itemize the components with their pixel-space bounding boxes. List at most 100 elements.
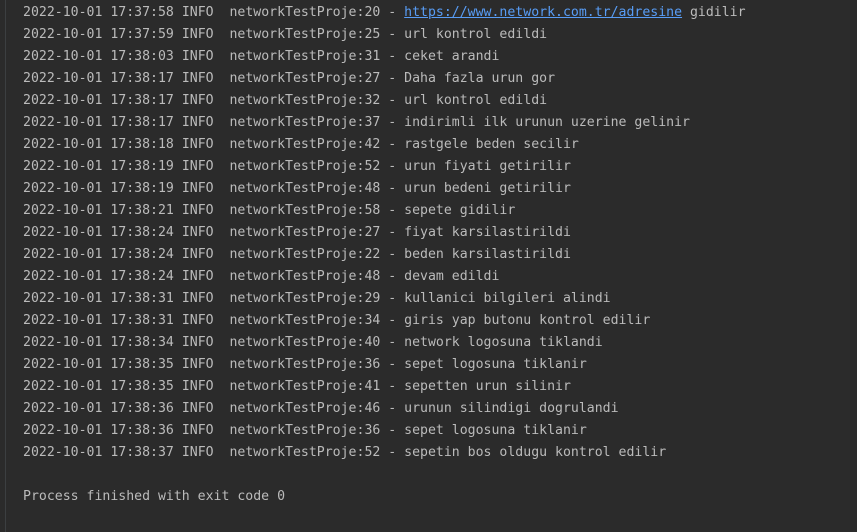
log-timestamp: 2022-10-01 17:38:35	[23, 379, 174, 394]
log-line: 2022-10-01 17:38:34 INFO networkTestProj…	[23, 335, 603, 350]
log-source: networkTestProje:25	[229, 27, 381, 42]
log-timestamp: 2022-10-01 17:38:24	[23, 225, 174, 240]
log-message: beden karsilastirildi	[404, 247, 571, 262]
log-lines: 2022-10-01 17:37:58 INFO networkTestProj…	[23, 2, 857, 464]
log-message: url kontrol edildi	[404, 27, 548, 42]
log-message: network logosuna tiklandi	[404, 335, 603, 350]
log-level: INFO	[181, 445, 214, 460]
log-level: INFO	[181, 115, 214, 130]
log-message: giris yap butonu kontrol edilir	[404, 313, 651, 328]
log-level: INFO	[181, 401, 214, 416]
log-line: 2022-10-01 17:38:17 INFO networkTestProj…	[23, 93, 548, 108]
log-source: networkTestProje:46	[229, 401, 381, 416]
log-line: 2022-10-01 17:38:31 INFO networkTestProj…	[23, 313, 651, 328]
log-source: networkTestProje:48	[229, 269, 381, 284]
log-message: fiyat karsilastirildi	[404, 225, 571, 240]
log-timestamp: 2022-10-01 17:38:37	[23, 445, 174, 460]
log-source: networkTestProje:32	[229, 93, 381, 108]
log-source: networkTestProje:52	[229, 159, 381, 174]
log-source: networkTestProje:58	[229, 203, 381, 218]
log-level: INFO	[181, 291, 214, 306]
log-line: 2022-10-01 17:38:03 INFO networkTestProj…	[23, 49, 500, 64]
log-line: 2022-10-01 17:38:24 INFO networkTestProj…	[23, 225, 571, 240]
log-message: sepetin bos oldugu kontrol edilir	[404, 445, 667, 460]
log-timestamp: 2022-10-01 17:38:19	[23, 181, 174, 196]
log-message: ceket arandi	[404, 49, 500, 64]
log-line: 2022-10-01 17:37:58 INFO networkTestProj…	[23, 5, 746, 20]
log-timestamp: 2022-10-01 17:38:36	[23, 423, 174, 438]
log-message: devam edildi	[404, 269, 500, 284]
log-timestamp: 2022-10-01 17:38:17	[23, 93, 174, 108]
log-message: sepetten urun silinir	[404, 379, 571, 394]
log-line: 2022-10-01 17:38:19 INFO networkTestProj…	[23, 181, 571, 196]
log-level: INFO	[181, 313, 214, 328]
log-message: sepet logosuna tiklanir	[404, 357, 587, 372]
log-line: 2022-10-01 17:38:17 INFO networkTestProj…	[23, 115, 690, 130]
log-source: networkTestProje:20	[229, 5, 381, 20]
log-timestamp: 2022-10-01 17:38:19	[23, 159, 174, 174]
log-source: networkTestProje:34	[229, 313, 381, 328]
log-level: INFO	[181, 49, 214, 64]
log-level: INFO	[181, 269, 214, 284]
log-message: urun fiyati getirilir	[404, 159, 571, 174]
log-source: networkTestProje:41	[229, 379, 381, 394]
log-level: INFO	[181, 203, 214, 218]
log-level: INFO	[181, 137, 214, 152]
log-line: 2022-10-01 17:38:24 INFO networkTestProj…	[23, 247, 571, 262]
log-message: url kontrol edildi	[404, 93, 548, 108]
log-source: networkTestProje:31	[229, 49, 381, 64]
log-level: INFO	[181, 27, 214, 42]
log-level: INFO	[181, 247, 214, 262]
gutter-divider	[5, 0, 6, 532]
log-level: INFO	[181, 335, 214, 350]
log-line: 2022-10-01 17:38:31 INFO networkTestProj…	[23, 291, 611, 306]
log-level: INFO	[181, 181, 214, 196]
log-message: sepet logosuna tiklanir	[404, 423, 587, 438]
log-source: networkTestProje:27	[229, 71, 381, 86]
log-source: networkTestProje:52	[229, 445, 381, 460]
exit-message: Process finished with exit code 0	[23, 489, 286, 504]
log-timestamp: 2022-10-01 17:38:24	[23, 269, 174, 284]
log-level: INFO	[181, 159, 214, 174]
log-source: networkTestProje:36	[229, 423, 381, 438]
log-level: INFO	[181, 5, 214, 20]
log-timestamp: 2022-10-01 17:38:21	[23, 203, 174, 218]
log-message: urun bedeni getirilir	[404, 181, 571, 196]
log-line: 2022-10-01 17:38:36 INFO networkTestProj…	[23, 401, 619, 416]
log-message: sepete gidilir	[404, 203, 516, 218]
log-timestamp: 2022-10-01 17:38:31	[23, 291, 174, 306]
log-timestamp: 2022-10-01 17:38:17	[23, 115, 174, 130]
log-line: 2022-10-01 17:38:24 INFO networkTestProj…	[23, 269, 500, 284]
log-source: networkTestProje:40	[229, 335, 381, 350]
log-source: networkTestProje:42	[229, 137, 381, 152]
log-message-suffix: gidilir	[682, 5, 746, 20]
log-message: urunun silindigi dogrulandi	[404, 401, 619, 416]
console-output[interactable]: 2022-10-01 17:37:58 INFO networkTestProj…	[23, 2, 857, 532]
log-message: Daha fazla urun gor	[404, 71, 556, 86]
log-level: INFO	[181, 225, 214, 240]
log-timestamp: 2022-10-01 17:38:35	[23, 357, 174, 372]
log-line: 2022-10-01 17:38:36 INFO networkTestProj…	[23, 423, 587, 438]
log-line: 2022-10-01 17:38:17 INFO networkTestProj…	[23, 71, 556, 86]
log-timestamp: 2022-10-01 17:38:31	[23, 313, 174, 328]
log-line: 2022-10-01 17:38:37 INFO networkTestProj…	[23, 445, 667, 460]
log-timestamp: 2022-10-01 17:38:03	[23, 49, 174, 64]
log-level: INFO	[181, 71, 214, 86]
log-url-link[interactable]: https://www.network.com.tr/adresine	[404, 5, 682, 20]
log-source: networkTestProje:37	[229, 115, 381, 130]
log-line: 2022-10-01 17:38:35 INFO networkTestProj…	[23, 379, 571, 394]
log-source: networkTestProje:22	[229, 247, 381, 262]
log-level: INFO	[181, 379, 214, 394]
log-line: 2022-10-01 17:38:21 INFO networkTestProj…	[23, 203, 516, 218]
log-message: rastgele beden secilir	[404, 137, 579, 152]
log-level: INFO	[181, 423, 214, 438]
log-timestamp: 2022-10-01 17:38:17	[23, 71, 174, 86]
log-level: INFO	[181, 357, 214, 372]
log-source: networkTestProje:27	[229, 225, 381, 240]
log-line: 2022-10-01 17:37:59 INFO networkTestProj…	[23, 27, 548, 42]
log-timestamp: 2022-10-01 17:37:59	[23, 27, 174, 42]
log-timestamp: 2022-10-01 17:37:58	[23, 5, 174, 20]
log-timestamp: 2022-10-01 17:38:34	[23, 335, 174, 350]
log-source: networkTestProje:48	[229, 181, 381, 196]
